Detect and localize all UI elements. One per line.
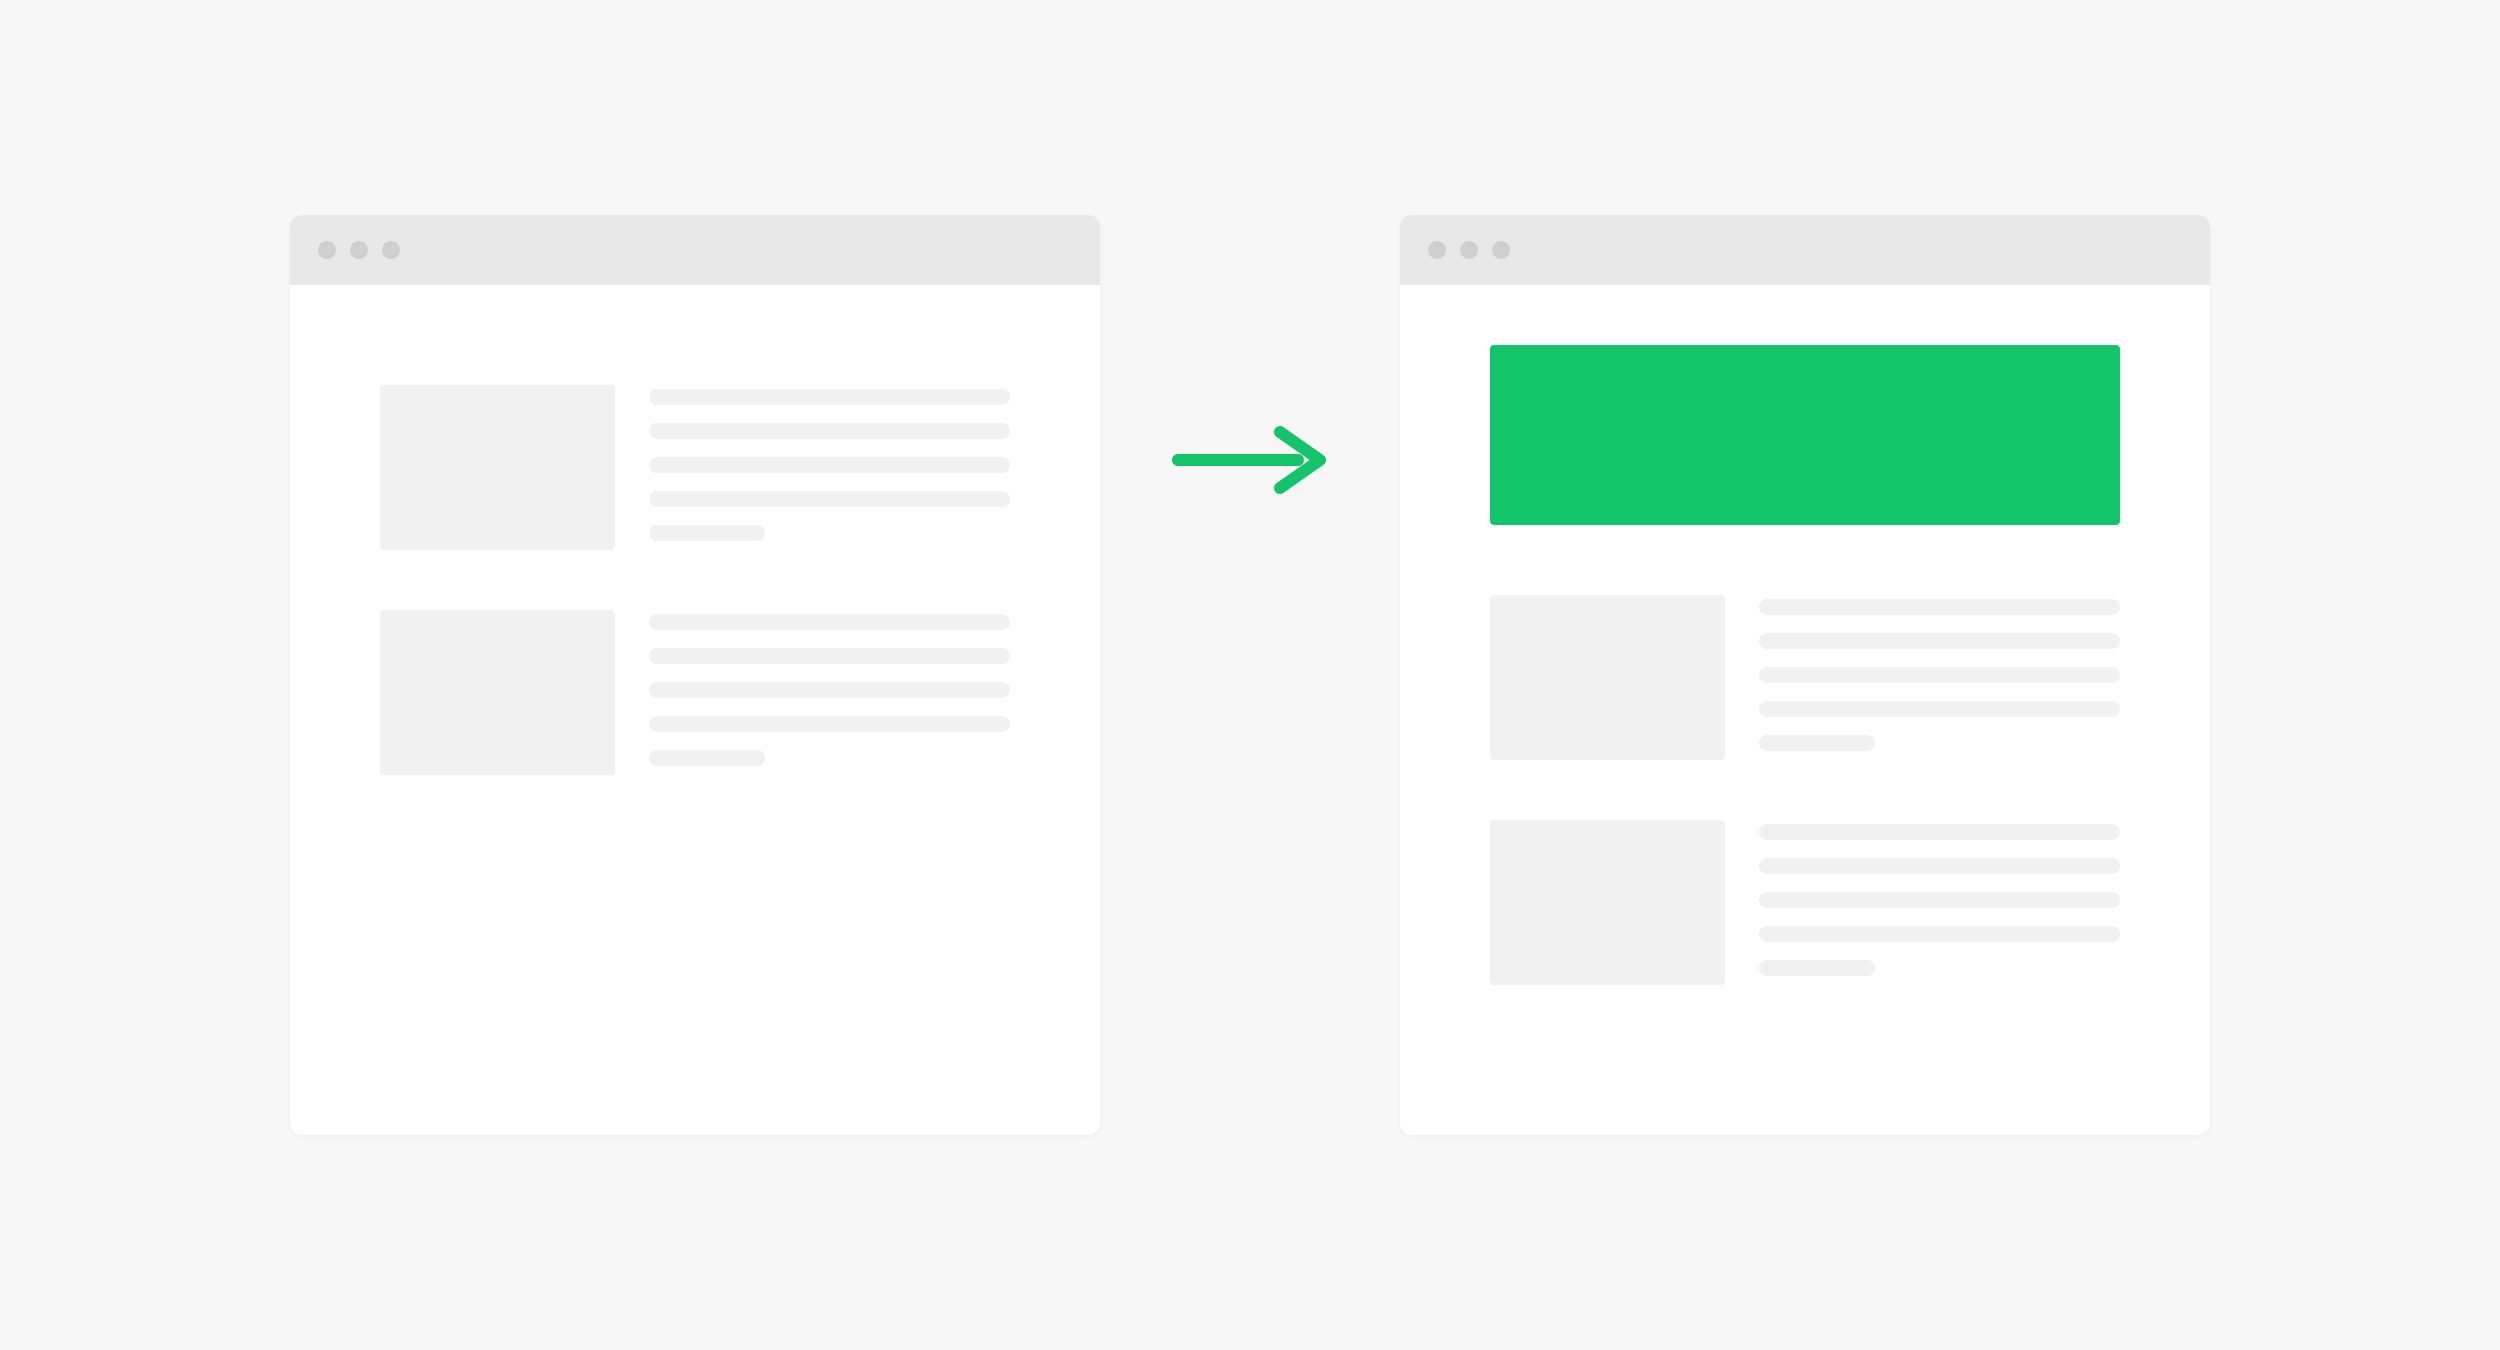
list-item [380, 610, 1010, 775]
text-line [1759, 599, 2120, 615]
window-content-after [1400, 285, 2210, 1135]
browser-window-before [290, 215, 1100, 1135]
highlighted-banner [1490, 345, 2120, 525]
browser-window-after [1400, 215, 2210, 1135]
text-line-short [649, 750, 765, 766]
text-line [1759, 701, 2120, 717]
diagram-canvas [290, 215, 2210, 1135]
window-control-dot [382, 241, 400, 259]
text-line [649, 614, 1010, 630]
window-control-dot [1492, 241, 1510, 259]
text-line-short [649, 525, 765, 541]
text-line [1759, 633, 2120, 649]
thumbnail-placeholder [1490, 820, 1725, 985]
text-lines-placeholder [649, 385, 1010, 550]
list-item [1490, 820, 2120, 985]
text-line [1759, 892, 2120, 908]
text-lines-placeholder [1759, 595, 2120, 760]
text-line [649, 716, 1010, 732]
text-line [649, 423, 1010, 439]
text-line-short [1759, 735, 1875, 751]
titlebar-before [290, 215, 1100, 285]
text-line [1759, 926, 2120, 942]
window-control-dot [1460, 241, 1478, 259]
text-line [1759, 667, 2120, 683]
titlebar-after [1400, 215, 2210, 285]
text-line-short [1759, 960, 1875, 976]
text-line [649, 682, 1010, 698]
list-item [1490, 595, 2120, 760]
text-line [649, 389, 1010, 405]
arrow-container [1160, 215, 1340, 1135]
text-lines-placeholder [1759, 820, 2120, 985]
text-line [649, 457, 1010, 473]
window-control-dot [318, 241, 336, 259]
window-control-dot [1428, 241, 1446, 259]
window-content-before [290, 285, 1100, 1135]
thumbnail-placeholder [380, 610, 615, 775]
thumbnail-placeholder [380, 385, 615, 550]
text-line [649, 648, 1010, 664]
list-item [380, 385, 1010, 550]
text-line [649, 491, 1010, 507]
thumbnail-placeholder [1490, 595, 1725, 760]
text-line [1759, 858, 2120, 874]
text-line [1759, 824, 2120, 840]
text-lines-placeholder [649, 610, 1010, 775]
window-control-dot [350, 241, 368, 259]
arrow-right-icon [1170, 420, 1330, 500]
